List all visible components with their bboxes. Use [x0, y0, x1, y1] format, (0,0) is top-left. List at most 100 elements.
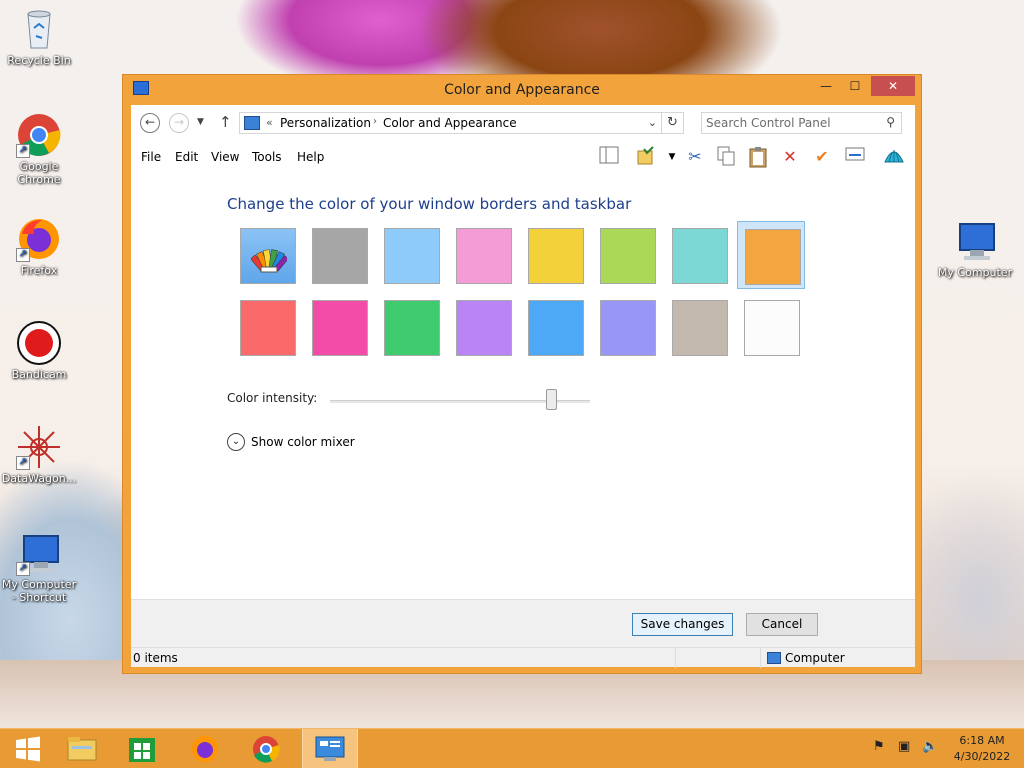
- desktop-icon-label: DataWagon...: [1, 472, 77, 485]
- desktop-icon-bandicam[interactable]: Bandicam: [0, 320, 78, 381]
- color-swatch-fill[interactable]: [456, 228, 512, 284]
- chrome-icon: ↗: [16, 112, 62, 158]
- rename-check-icon[interactable]: ✔: [811, 146, 833, 168]
- menu-edit[interactable]: Edit: [175, 150, 198, 164]
- action-center-flag-icon[interactable]: ⚑: [873, 739, 885, 754]
- color-swatch[interactable]: [233, 293, 301, 361]
- save-changes-button[interactable]: Save changes: [632, 613, 733, 636]
- window-title: Color and Appearance: [444, 82, 600, 98]
- color-swatch-fill[interactable]: [672, 228, 728, 284]
- color-swatch[interactable]: [593, 221, 661, 289]
- show-color-mixer-label[interactable]: Show color mixer: [251, 435, 355, 449]
- datawagon-icon: ↗: [16, 424, 62, 470]
- system-clock[interactable]: 6:18 AM 4/30/2022: [944, 733, 1020, 765]
- color-swatch[interactable]: [449, 221, 517, 289]
- color-swatch-fill[interactable]: [384, 228, 440, 284]
- taskbar-file-explorer[interactable]: [54, 729, 110, 768]
- up-button[interactable]: ↑: [219, 113, 232, 131]
- toolbar-dropdown-icon[interactable]: ▼: [661, 146, 683, 168]
- copy-icon[interactable]: [715, 146, 737, 168]
- color-swatch[interactable]: [737, 221, 805, 289]
- breadcrumb-separator-icon[interactable]: ›: [373, 116, 377, 127]
- desktop-icon-my-computer-shortcut[interactable]: ↗ My Computer - Shortcut: [0, 530, 78, 604]
- address-row: ← → ▼ ↑ « Personalization › Color and Ap…: [131, 105, 915, 141]
- properties-icon[interactable]: [844, 146, 866, 168]
- color-swatch-fill[interactable]: [600, 300, 656, 356]
- desktop-icon-recycle-bin[interactable]: Recycle Bin: [0, 6, 78, 67]
- start-button[interactable]: [0, 729, 56, 768]
- chevron-down-icon[interactable]: ⌄: [227, 433, 245, 451]
- color-swatch-automatic[interactable]: [233, 221, 301, 289]
- color-swatch[interactable]: [305, 293, 373, 361]
- close-button[interactable]: ✕: [871, 76, 915, 96]
- search-box[interactable]: ⚲: [701, 112, 902, 134]
- color-swatch-fill[interactable]: [312, 300, 368, 356]
- color-swatch[interactable]: [665, 293, 733, 361]
- color-swatch-fill[interactable]: [240, 300, 296, 356]
- item-count: 0 items: [133, 651, 178, 665]
- shortcut-arrow-icon: ↗: [16, 144, 30, 158]
- menu-toolbar-row: File Edit View Tools Help ▼ ✂ ✕ ✔: [131, 141, 915, 173]
- palette-icon[interactable]: [240, 228, 296, 284]
- menu-help[interactable]: Help: [297, 150, 324, 164]
- search-input[interactable]: [706, 115, 876, 131]
- maximize-button[interactable]: ☐: [842, 76, 868, 96]
- color-swatch-fill[interactable]: [600, 228, 656, 284]
- breadcrumb-overflow[interactable]: «: [266, 116, 273, 129]
- color-swatch-fill[interactable]: [745, 229, 801, 285]
- desktop-icon-my-computer[interactable]: My Computer: [936, 218, 1014, 279]
- shell-icon[interactable]: [883, 146, 905, 168]
- taskbar-control-panel[interactable]: [302, 729, 358, 768]
- color-swatch-fill[interactable]: [384, 300, 440, 356]
- taskbar-store[interactable]: [114, 729, 170, 768]
- folder-options-icon[interactable]: [635, 146, 657, 168]
- menu-tools[interactable]: Tools: [252, 150, 282, 164]
- color-intensity-slider-thumb[interactable]: [546, 389, 557, 410]
- color-swatch[interactable]: [449, 293, 517, 361]
- minimize-button[interactable]: —: [813, 76, 839, 96]
- address-bar[interactable]: « Personalization › Color and Appearance…: [239, 112, 662, 134]
- refresh-button[interactable]: ↻: [662, 112, 684, 134]
- color-swatch[interactable]: [521, 293, 589, 361]
- color-swatch-fill[interactable]: [744, 300, 800, 356]
- search-icon[interactable]: ⚲: [886, 115, 895, 129]
- menu-file[interactable]: File: [141, 150, 161, 164]
- color-swatch[interactable]: [377, 293, 445, 361]
- desktop-icon-firefox[interactable]: ↗ Firefox: [0, 216, 78, 277]
- status-location-label: Computer: [785, 651, 845, 665]
- cancel-button[interactable]: Cancel: [746, 613, 818, 636]
- breadcrumb-color-appearance[interactable]: Color and Appearance: [383, 116, 517, 130]
- address-dropdown-icon[interactable]: ⌄: [648, 116, 657, 129]
- forward-button[interactable]: →: [169, 113, 189, 133]
- desktop-icon-google-chrome[interactable]: ↗ Google Chrome: [0, 112, 78, 186]
- cut-icon[interactable]: ✂: [684, 146, 706, 168]
- title-bar[interactable]: Color and Appearance — ☐ ✕: [123, 75, 921, 105]
- color-swatch[interactable]: [737, 293, 805, 361]
- paste-icon[interactable]: [747, 146, 769, 168]
- color-swatch-fill[interactable]: [528, 228, 584, 284]
- color-swatch-fill[interactable]: [672, 300, 728, 356]
- layout-pane-icon[interactable]: [598, 146, 620, 168]
- color-swatch-fill[interactable]: [312, 228, 368, 284]
- desktop-icon-datawagon[interactable]: ↗ DataWagon...: [0, 424, 78, 485]
- color-swatch[interactable]: [377, 221, 445, 289]
- volume-muted-icon[interactable]: 🔈: [922, 739, 938, 754]
- color-swatch[interactable]: [305, 221, 373, 289]
- network-icon[interactable]: ▣: [898, 739, 910, 754]
- color-swatch[interactable]: [521, 221, 589, 289]
- color-swatch-fill[interactable]: [456, 300, 512, 356]
- color-swatch[interactable]: [593, 293, 661, 361]
- color-swatch[interactable]: [665, 221, 733, 289]
- recent-locations-dropdown[interactable]: ▼: [197, 117, 204, 127]
- bandicam-icon: [16, 320, 62, 366]
- breadcrumb-personalization[interactable]: Personalization: [280, 116, 371, 130]
- back-button[interactable]: ←: [140, 113, 160, 133]
- desktop-icon-label: Recycle Bin: [7, 54, 71, 67]
- taskbar-firefox[interactable]: [177, 729, 233, 768]
- delete-icon[interactable]: ✕: [779, 146, 801, 168]
- taskbar-chrome[interactable]: [238, 729, 294, 768]
- menu-view[interactable]: View: [211, 150, 239, 164]
- shortcut-arrow-icon: ↗: [16, 456, 30, 470]
- color-swatch-fill[interactable]: [528, 300, 584, 356]
- firefox-icon: ↗: [16, 216, 62, 262]
